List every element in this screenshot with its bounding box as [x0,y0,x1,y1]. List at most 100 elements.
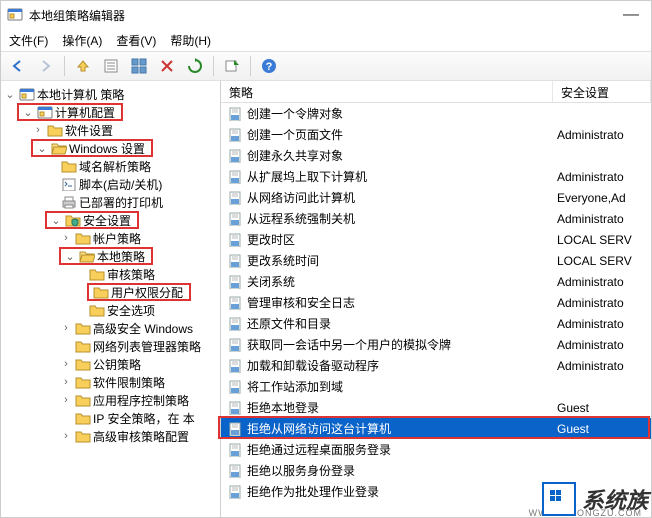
tree-software-restriction[interactable]: › 软件限制策略 [3,373,218,391]
policy-row[interactable]: 拒绝本地登录Guest [221,397,651,418]
policy-row[interactable]: 从网络访问此计算机Everyone,Ad [221,187,651,208]
delete-button[interactable] [154,54,180,78]
policy-row[interactable]: 管理审核和安全日志Administrato [221,292,651,313]
minimize-button[interactable]: — [623,6,639,24]
menu-view[interactable]: 查看(V) [116,32,156,49]
tree-advanced-audit[interactable]: › 高级审核策略配置 [3,427,218,445]
tree-label: 域名解析策略 [79,158,151,175]
tree-pane[interactable]: ⌄ 本地计算机 策略 ⌄ 计算机配置 › 软件设置 [1,81,221,517]
policy-setting: Administrato [553,275,651,289]
policy-name: 关闭系统 [245,273,553,290]
policy-row[interactable]: 加载和卸载设备驱动程序Administrato [221,355,651,376]
chevron-down-icon[interactable]: ⌄ [21,106,35,119]
policy-row[interactable]: 更改时区LOCAL SERV [221,229,651,250]
policy-row[interactable]: 拒绝通过远程桌面服务登录 [221,439,651,460]
chevron-right-icon[interactable]: › [59,322,73,334]
policy-row[interactable]: 创建一个令牌对象 [221,103,651,124]
tree-advanced-windows[interactable]: › 高级安全 Windows [3,319,218,337]
policy-name: 拒绝从网络访问这台计算机 [245,420,553,437]
folder-icon [89,303,105,317]
chevron-down-icon[interactable]: ⌄ [3,88,17,101]
menu-help[interactable]: 帮助(H) [170,32,211,49]
tree-network-list[interactable]: 网络列表管理器策略 [3,337,218,355]
tree-user-rights[interactable]: 用户权限分配 [3,283,218,301]
tree-software-settings[interactable]: › 软件设置 [3,121,218,139]
list-header[interactable]: 策略 安全设置 [221,81,651,103]
policy-row[interactable]: 将工作站添加到域 [221,376,651,397]
tree-audit-policy[interactable]: 审核策略 [3,265,218,283]
tree-root-label: 本地计算机 策略 [37,86,124,103]
tree-security-options[interactable]: 安全选项 [3,301,218,319]
folder-icon [75,357,91,371]
policy-row[interactable]: 更改系统时间LOCAL SERV [221,250,651,271]
policy-doc-icon [227,128,245,142]
policy-row[interactable]: 从扩展坞上取下计算机Administrato [221,166,651,187]
folder-icon [89,267,105,281]
shield-folder-icon [65,213,81,227]
chevron-right-icon[interactable]: › [59,232,73,244]
chevron-right-icon[interactable]: › [59,376,73,388]
windows-logo-icon [542,482,576,516]
tree-scripts[interactable]: 脚本(启动/关机) [3,175,218,193]
policy-doc-icon [227,170,245,184]
policy-row[interactable]: 获取同一会话中另一个用户的模拟令牌Administrato [221,334,651,355]
policy-row[interactable]: 拒绝从网络访问这台计算机Guest [221,418,651,439]
menu-action[interactable]: 操作(A) [62,32,102,49]
policy-row[interactable]: 创建永久共享对象 [221,145,651,166]
tree-label: 用户权限分配 [111,284,183,301]
tree-label: 计算机配置 [55,104,115,121]
tree-account-policies[interactable]: › 帐户策略 [3,229,218,247]
list-pane: 策略 安全设置 创建一个令牌对象创建一个页面文件Administrato创建永久… [221,81,651,517]
folder-icon [75,321,91,335]
policy-setting: Administrato [553,338,651,352]
tree-deployed-printers[interactable]: 已部署的打印机 [3,193,218,211]
folder-icon [75,429,91,443]
back-button[interactable] [5,54,31,78]
chevron-right-icon[interactable]: › [31,124,45,136]
export-button[interactable] [219,54,245,78]
tree-windows-settings[interactable]: ⌄ Windows 设置 [3,139,218,157]
properties-button[interactable] [98,54,124,78]
tree-public-key[interactable]: › 公钥策略 [3,355,218,373]
tree-label: 安全选项 [107,302,155,319]
tree-app-control[interactable]: › 应用程序控制策略 [3,391,218,409]
policy-row[interactable]: 拒绝以服务身份登录 [221,460,651,481]
chevron-right-icon[interactable]: › [59,358,73,370]
policy-setting: Everyone,Ad [553,191,651,205]
tree-root-node[interactable]: ⌄ 本地计算机 策略 [3,85,218,103]
chevron-right-icon[interactable]: › [59,430,73,442]
chevron-down-icon[interactable]: ⌄ [35,142,49,155]
tree-ip-security[interactable]: IP 安全策略，在 本 [3,409,218,427]
menu-file[interactable]: 文件(F) [9,32,48,49]
policy-setting: LOCAL SERV [553,233,651,247]
policy-list[interactable]: 创建一个令牌对象创建一个页面文件Administrato创建永久共享对象从扩展坞… [221,103,651,517]
policy-name: 从网络访问此计算机 [245,189,553,206]
policy-name: 将工作站添加到域 [245,378,553,395]
tree-security-settings[interactable]: ⌄ 安全设置 [3,211,218,229]
policy-doc-icon [227,380,245,394]
chevron-right-icon[interactable]: › [59,394,73,406]
tree-local-policies[interactable]: ⌄ 本地策略 [3,247,218,265]
chevron-down-icon[interactable]: ⌄ [49,214,63,227]
view-icons-button[interactable] [126,54,152,78]
policy-doc-icon [227,107,245,121]
column-setting[interactable]: 安全设置 [553,81,651,102]
tree-name-resolution[interactable]: 域名解析策略 [3,157,218,175]
policy-row[interactable]: 从远程系统强制关机Administrato [221,208,651,229]
policy-doc-icon [227,149,245,163]
tree-label: 高级审核策略配置 [93,428,189,445]
column-policy[interactable]: 策略 [221,81,553,102]
policy-row[interactable]: 关闭系统Administrato [221,271,651,292]
policy-setting: Administrato [553,317,651,331]
policy-doc-icon [227,401,245,415]
window-title: 本地组策略编辑器 [29,7,125,24]
chevron-down-icon[interactable]: ⌄ [63,250,77,263]
tree-computer-config[interactable]: ⌄ 计算机配置 [3,103,218,121]
policy-row[interactable]: 还原文件和目录Administrato [221,313,651,334]
policy-row[interactable]: 创建一个页面文件Administrato [221,124,651,145]
refresh-button[interactable] [182,54,208,78]
help-button[interactable] [256,54,282,78]
up-button[interactable] [70,54,96,78]
policy-setting: Guest [553,422,651,436]
policy-setting: Administrato [553,359,651,373]
